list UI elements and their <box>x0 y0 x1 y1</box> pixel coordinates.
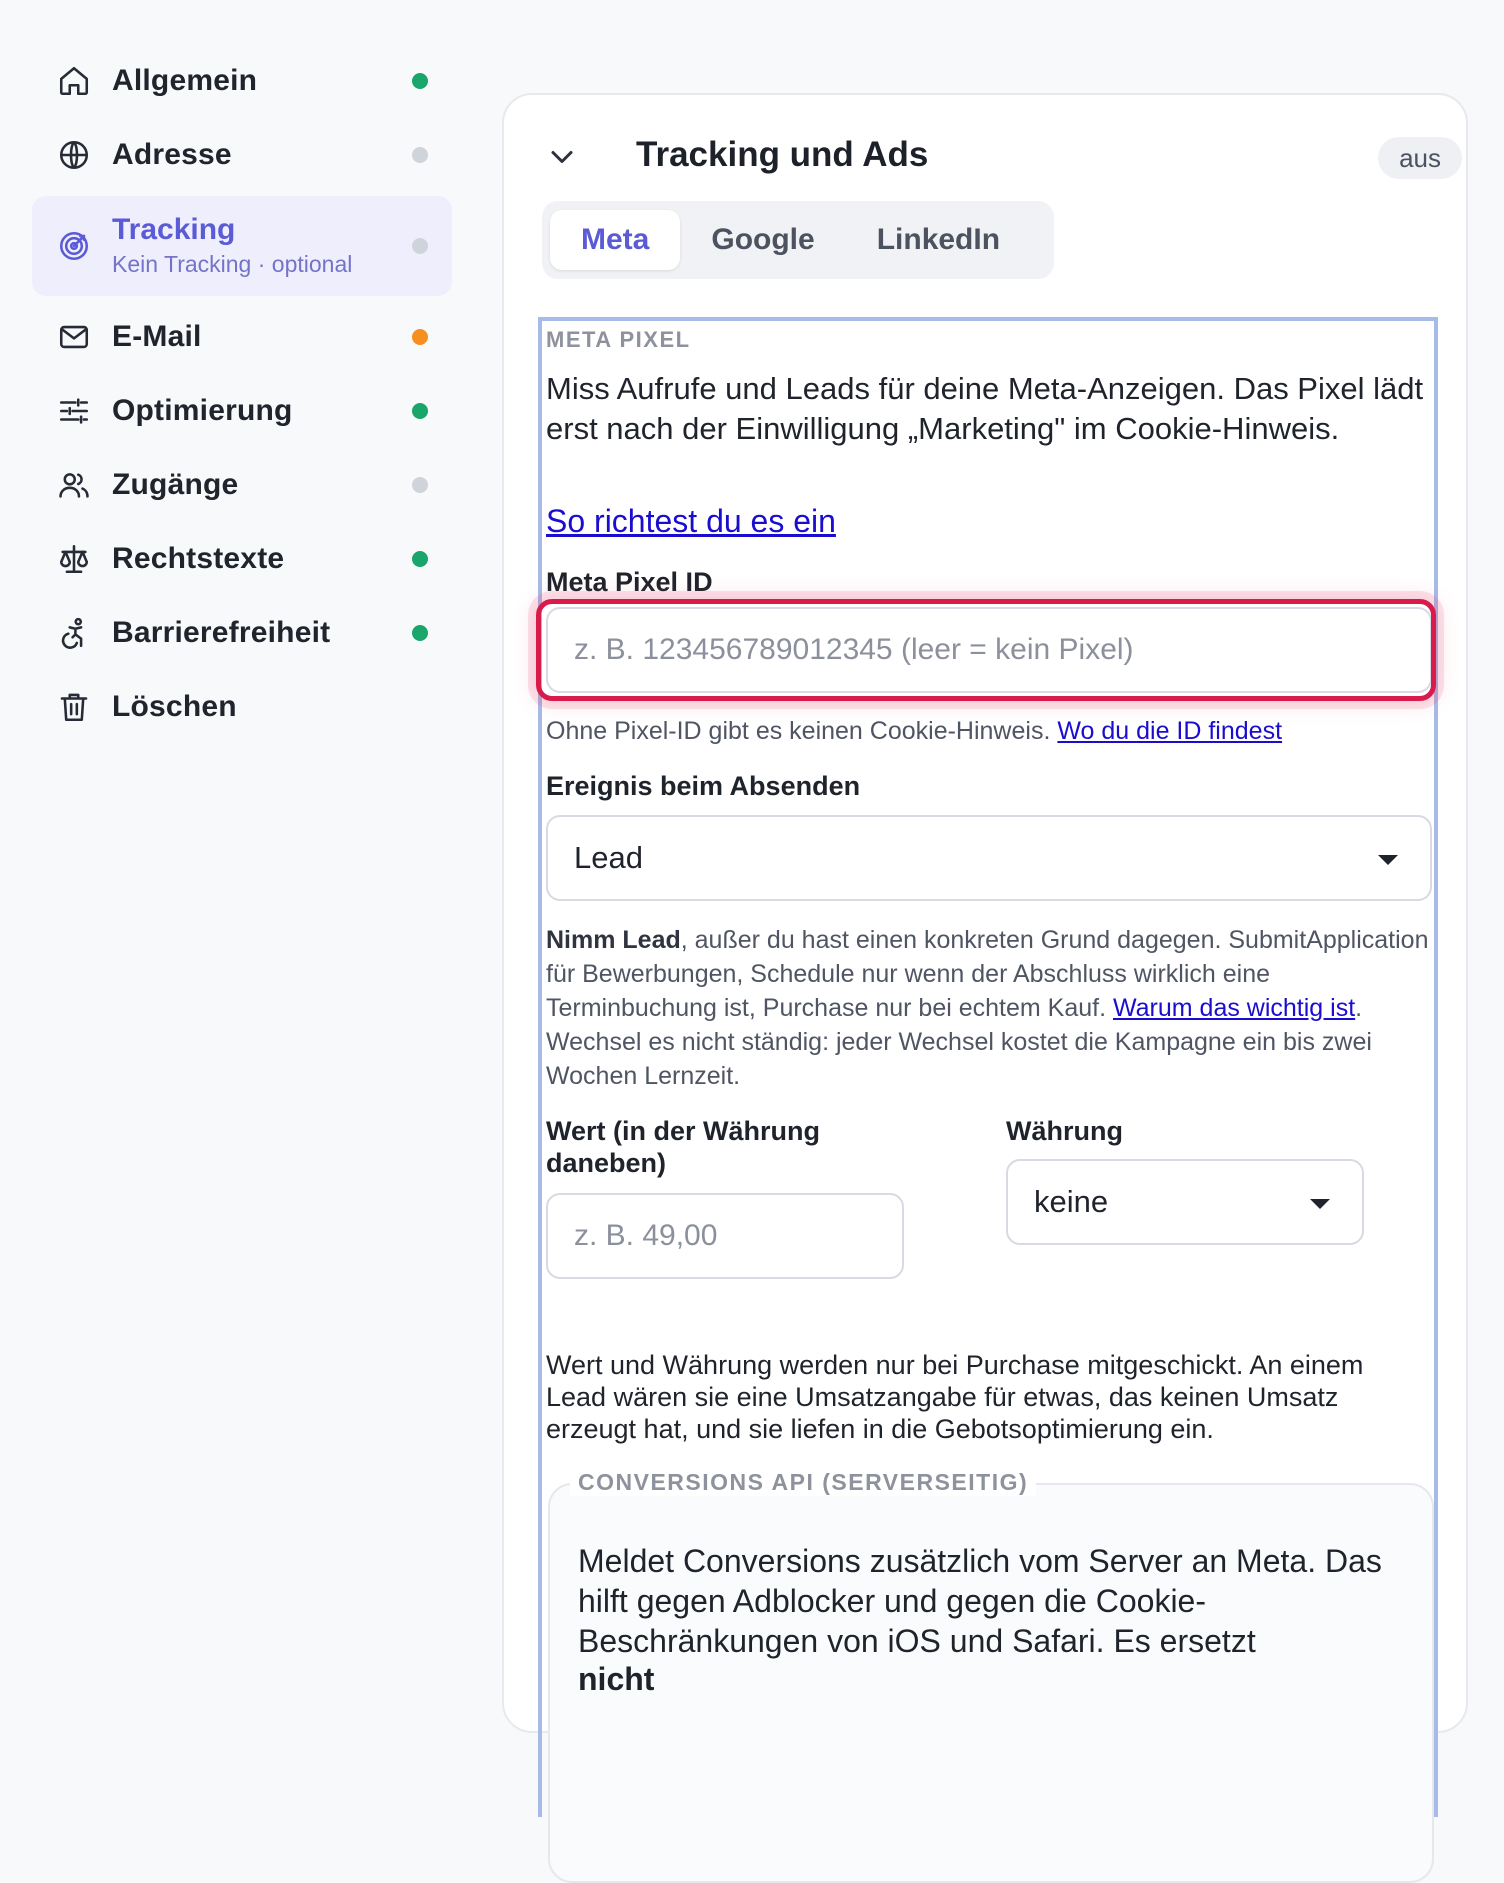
setup-guide-link[interactable]: So richtest du es ein <box>546 503 836 540</box>
sidebar-item-tracking[interactable]: Tracking Kein Tracking · optional <box>32 196 452 296</box>
event-select[interactable]: Lead <box>546 815 1432 901</box>
section-eyebrow: META PIXEL <box>546 327 691 352</box>
capi-description: Meldet Conversions zusätzlich vom Server… <box>578 1543 1382 1659</box>
pixel-id-hint: Ohne Pixel-ID gibt es keinen Cookie-Hinw… <box>546 717 1282 746</box>
section-description: Miss Aufrufe und Leads für deine Meta-An… <box>546 371 1424 446</box>
event-help: Nimm Lead, außer du hast einen konkreten… <box>546 923 1432 1093</box>
status-dot <box>412 551 428 567</box>
status-dot <box>412 73 428 89</box>
tab-meta[interactable]: Meta <box>550 210 681 270</box>
mail-icon <box>56 319 92 355</box>
tab-linkedin[interactable]: LinkedIn <box>846 210 1031 270</box>
sidebar-item-label: Löschen <box>112 690 237 723</box>
value-label: Wert (in der Währung daneben) <box>546 1116 820 1178</box>
card-header[interactable]: Tracking und Ads aus <box>544 125 1462 191</box>
sidebar-item-zugaenge[interactable]: Zugänge <box>32 448 452 522</box>
conversions-api-group: CONVERSIONS API (SERVERSEITIG) Meldet Co… <box>548 1469 1434 1883</box>
meta-section: META PIXEL Miss Aufrufe und Leads für de… <box>536 317 1438 1883</box>
sidebar-item-label: Barrierefreiheit <box>112 616 331 649</box>
group-legend: CONVERSIONS API (SERVERSEITIG) <box>570 1469 1037 1496</box>
value-note: Wert und Währung werden nur bei Purchase… <box>546 1350 1364 1444</box>
currency-select[interactable]: keine <box>1006 1159 1364 1245</box>
caret-down-icon <box>1310 1199 1330 1209</box>
sidebar-item-label: Allgemein <box>112 64 258 97</box>
home-icon <box>56 63 92 99</box>
event-select-value: Lead <box>574 840 643 875</box>
sidebar-item-rechtstexte[interactable]: Rechtstexte <box>32 522 452 596</box>
sidebar-item-barrierefreiheit[interactable]: Barrierefreiheit <box>32 596 452 670</box>
settings-sidebar: Allgemein Adresse Tracking Kein Tracking… <box>32 44 452 744</box>
find-id-link[interactable]: Wo du die ID findest <box>1057 717 1282 745</box>
accessibility-icon <box>56 615 92 651</box>
sidebar-item-email[interactable]: E-Mail <box>32 300 452 374</box>
sidebar-item-label: E-Mail <box>112 320 202 353</box>
trash-icon <box>56 689 92 725</box>
globe-icon <box>56 137 92 173</box>
status-dot <box>412 147 428 163</box>
sidebar-item-label: Optimierung <box>112 394 293 427</box>
tab-google[interactable]: Google <box>680 210 845 270</box>
why-important-link[interactable]: Warum das wichtig ist <box>1113 994 1355 1022</box>
sidebar-item-label: Rechtstexte <box>112 542 285 575</box>
event-label: Ereignis beim Absenden <box>546 771 861 801</box>
sidebar-item-sublabel: Kein Tracking · optional <box>112 251 353 277</box>
status-badge: aus <box>1378 137 1462 179</box>
sidebar-item-label: Adresse <box>112 138 232 171</box>
status-dot <box>412 477 428 493</box>
sidebar-item-optimierung[interactable]: Optimierung <box>32 374 452 448</box>
sliders-icon <box>56 393 92 429</box>
status-dot <box>412 329 428 345</box>
event-help-bold: Nimm Lead <box>546 926 681 954</box>
status-dot <box>412 403 428 419</box>
status-dot <box>412 238 428 254</box>
currency-label: Währung <box>1006 1116 1123 1146</box>
currency-select-value: keine <box>1034 1184 1109 1219</box>
tracking-card: Tracking und Ads aus Meta Google LinkedI… <box>502 93 1468 1883</box>
platform-tabs: Meta Google LinkedIn <box>542 201 1054 279</box>
value-input[interactable]: z. B. 49,00 <box>546 1193 904 1279</box>
status-dot <box>412 625 428 641</box>
target-icon <box>56 228 92 264</box>
chevron-down-icon[interactable] <box>544 139 580 175</box>
users-icon <box>56 467 92 503</box>
capi-bold-text: nicht <box>578 1661 655 1697</box>
sidebar-item-label: Zugänge <box>112 468 239 501</box>
sidebar-item-adresse[interactable]: Adresse <box>32 118 452 192</box>
scale-icon <box>56 541 92 577</box>
card-title: Tracking und Ads <box>636 135 929 174</box>
caret-down-icon <box>1378 855 1398 865</box>
focus-ring <box>536 599 1436 701</box>
sidebar-item-allgemein[interactable]: Allgemein <box>32 44 452 118</box>
sidebar-item-loeschen[interactable]: Löschen <box>32 670 452 744</box>
pixel-id-label: Meta Pixel ID <box>546 567 713 597</box>
sidebar-item-label: Tracking <box>112 213 236 246</box>
hint-text: Ohne Pixel-ID gibt es keinen Cookie-Hinw… <box>546 717 1051 745</box>
